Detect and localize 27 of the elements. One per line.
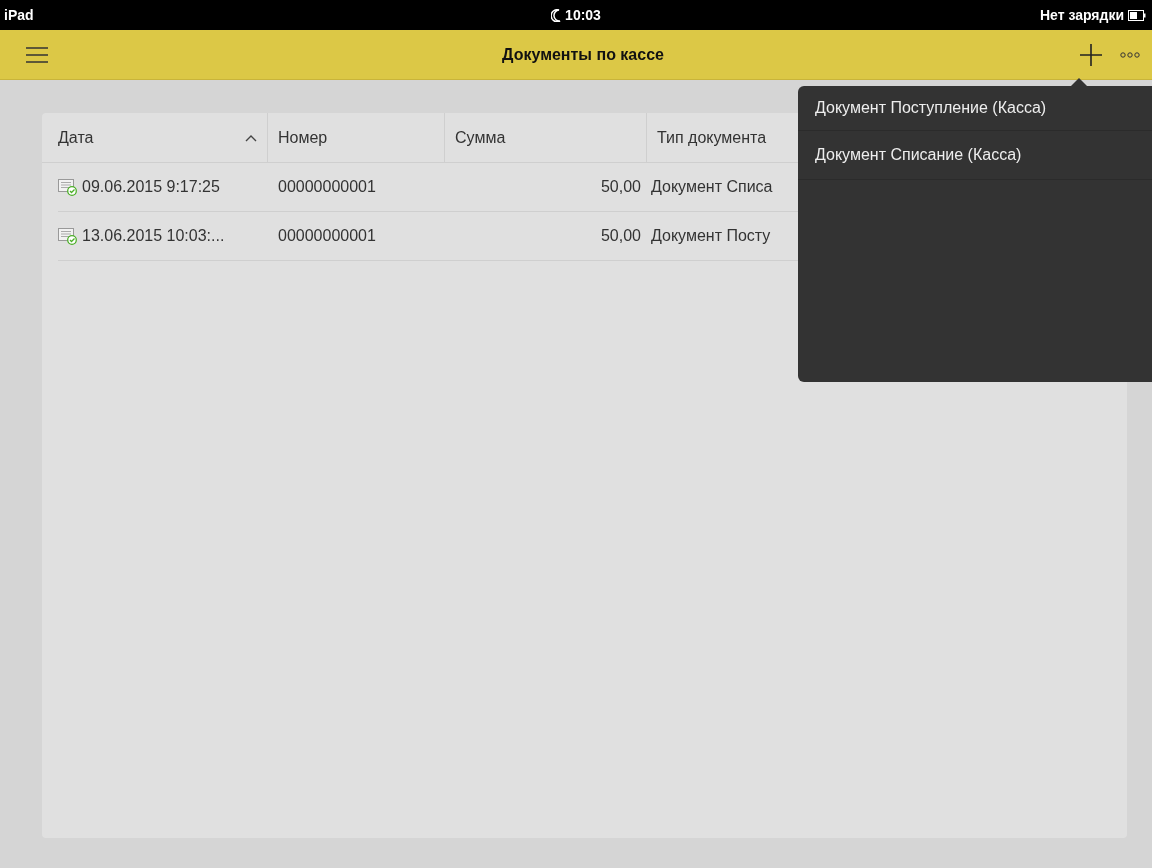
sum-cell-text: 50,00 xyxy=(599,227,642,245)
more-icon xyxy=(1120,51,1140,58)
sort-ascending-icon xyxy=(245,133,257,142)
device-name: iPad xyxy=(4,7,34,23)
charging-status: Нет зарядки xyxy=(1039,7,1124,23)
column-header[interactable]: Дата xyxy=(42,113,268,162)
add-icon xyxy=(1080,43,1102,66)
date-cell: 13.06.2015 10:03:... xyxy=(82,227,225,245)
more-button[interactable] xyxy=(1120,51,1140,58)
menu-button[interactable] xyxy=(26,46,48,63)
date-cell: 09.06.2015 9:17:25 xyxy=(82,178,220,196)
clock-time: 10:03 xyxy=(565,7,601,23)
document-type-cell-text: Документ Посту xyxy=(650,227,772,245)
number-cell-text: 00000000001 xyxy=(277,178,377,196)
column-header[interactable]: Тип документа xyxy=(647,113,797,162)
column-header[interactable]: Сумма xyxy=(445,113,647,162)
number-cell-text: 00000000001 xyxy=(277,227,377,245)
battery-icon xyxy=(1128,9,1146,21)
sum-cell-text: 50,00 xyxy=(599,178,642,196)
screen-title: Документы по кассе xyxy=(502,45,664,64)
menu-item[interactable]: Документ Поступление (Касса) xyxy=(798,86,1152,131)
menu-item[interactable]: Документ Списание (Касса) xyxy=(798,131,1152,180)
menu-icon xyxy=(26,46,48,63)
moon-icon xyxy=(551,8,562,22)
column-header[interactable]: Номер xyxy=(268,113,445,162)
document-type-cell-text: Документ Списа xyxy=(650,178,774,196)
add-button[interactable] xyxy=(1080,43,1102,66)
